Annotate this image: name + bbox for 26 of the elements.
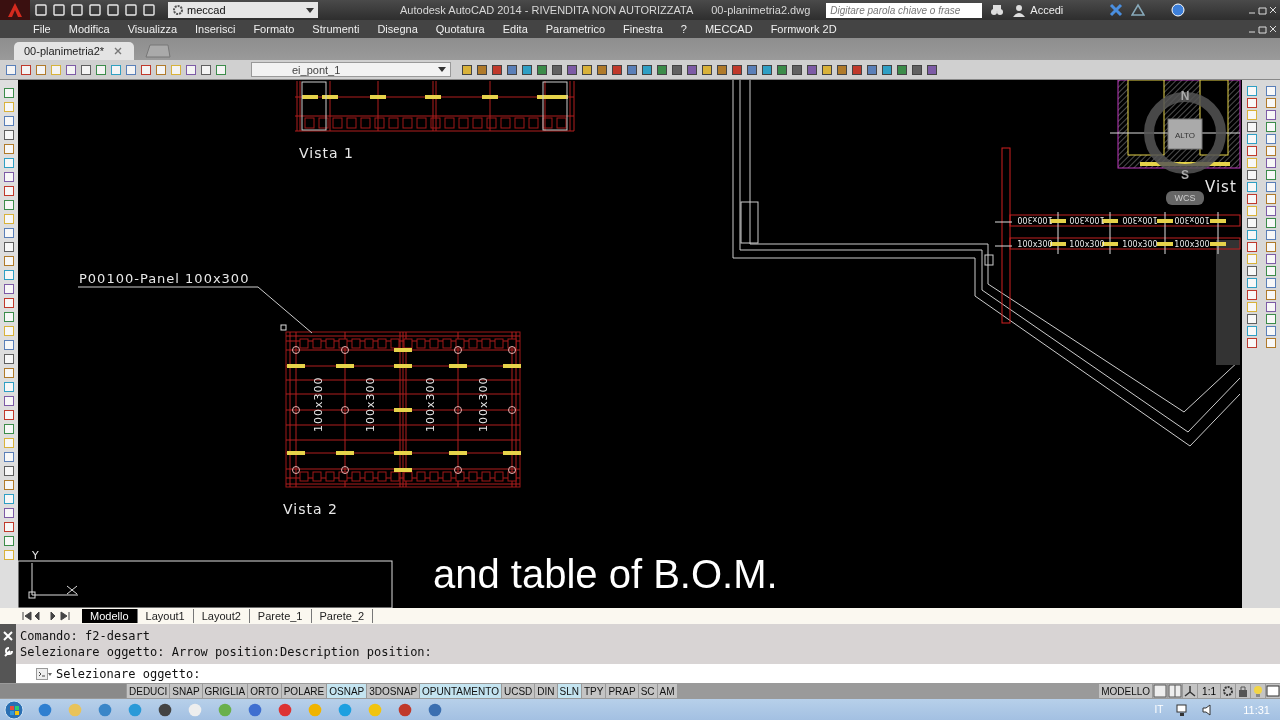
dimension-label: 100x300	[1069, 215, 1105, 224]
view-title: Vista 2	[283, 501, 338, 517]
view-title: Vista 1	[299, 145, 354, 161]
dimension-label: 100x300	[1122, 215, 1158, 224]
dimension-label: 100x300	[1122, 240, 1158, 249]
dimension-label: 100x300	[312, 376, 325, 432]
view-cube-label: ALTO	[1174, 131, 1196, 140]
dimension-label: 100x300	[1174, 215, 1210, 224]
file-name: 00-planimetria2.dwg	[711, 4, 811, 16]
command-history-line: Comando: f2-desart	[20, 629, 152, 643]
dimension-label: 100x300	[477, 376, 490, 432]
dimension-label: 100x300	[1017, 240, 1053, 249]
compass-label: N	[1180, 89, 1190, 103]
ucs-label: WCS	[1174, 193, 1196, 203]
command-history-line: Selezionare oggetto: Arrow position:Description position:	[20, 645, 432, 659]
subtitle: and table of B.O.M.	[433, 552, 778, 596]
window-title: Autodesk AutoCAD 2014 - RIVENDITA NON AUTORIZZATA	[400, 4, 694, 16]
view-title: Vist	[1205, 178, 1237, 196]
callout-label: P00100-Panel 100x300	[79, 271, 250, 286]
compass-label: S	[1181, 168, 1189, 182]
dimension-label: 100x300	[364, 376, 377, 432]
dimension-label: 100x300	[1174, 240, 1210, 249]
axis-label: Y	[32, 549, 40, 562]
dimension-label: 100x300	[1069, 240, 1105, 249]
dimension-label: 100x300	[1017, 215, 1053, 224]
dimension-label: 100x300	[424, 376, 437, 432]
